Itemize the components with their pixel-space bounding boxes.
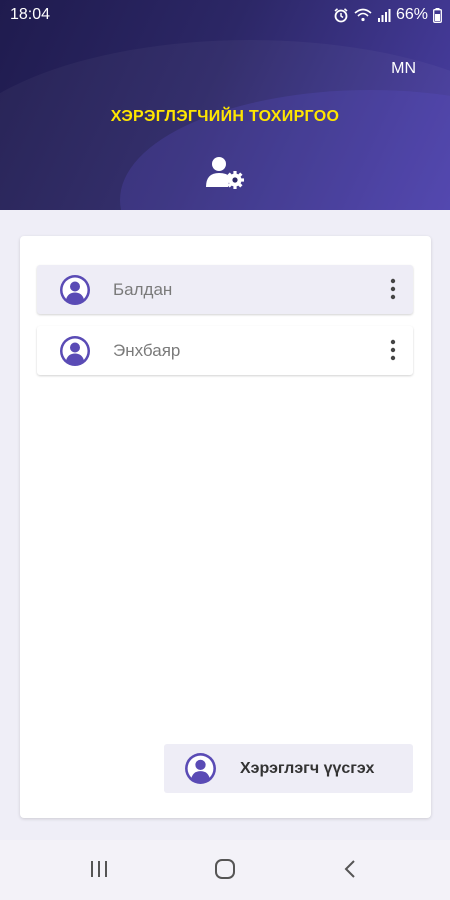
more-options-icon[interactable] bbox=[389, 339, 397, 361]
user-avatar-icon bbox=[60, 275, 90, 305]
more-options-icon[interactable] bbox=[389, 278, 397, 300]
language-switch[interactable]: MN bbox=[391, 60, 416, 78]
alarm-icon bbox=[334, 8, 348, 23]
user-name: Энхбаяр bbox=[113, 341, 181, 360]
user-avatar-icon bbox=[60, 336, 90, 366]
user-list-item[interactable]: Энхбаяр bbox=[37, 326, 413, 375]
status-time: 18:04 bbox=[10, 6, 51, 23]
add-user-button[interactable]: Хэрэглэгч үүсгэх bbox=[164, 744, 413, 793]
user-list-item[interactable]: Балдан bbox=[37, 265, 413, 314]
header: 18:04 66% MN ХЭРЭГЛЭГЧИЙН ТОХИРГОО bbox=[0, 0, 450, 210]
status-bar: 18:04 66% bbox=[0, 0, 450, 30]
user-settings-icon bbox=[206, 157, 244, 189]
status-icons: 66% bbox=[333, 6, 442, 24]
page-title: ХЭРЭГЛЭГЧИЙН ТОХИРГОО bbox=[110, 108, 340, 125]
recent-apps-icon[interactable] bbox=[89, 858, 109, 880]
user-avatar-icon bbox=[185, 753, 216, 784]
wifi-icon bbox=[354, 8, 372, 22]
back-icon[interactable] bbox=[342, 858, 358, 880]
battery-icon bbox=[433, 7, 442, 23]
signal-icon bbox=[377, 9, 391, 22]
home-icon[interactable] bbox=[214, 858, 236, 880]
battery-percent: 66% bbox=[395, 6, 428, 23]
user-name: Балдан bbox=[113, 280, 173, 299]
user-list-card: Балдан Энхбаяр Хэрэглэгч үүсгэх bbox=[20, 236, 431, 818]
system-navigation-bar bbox=[0, 840, 450, 900]
add-user-label: Хэрэглэгч үүсгэх bbox=[240, 760, 375, 777]
